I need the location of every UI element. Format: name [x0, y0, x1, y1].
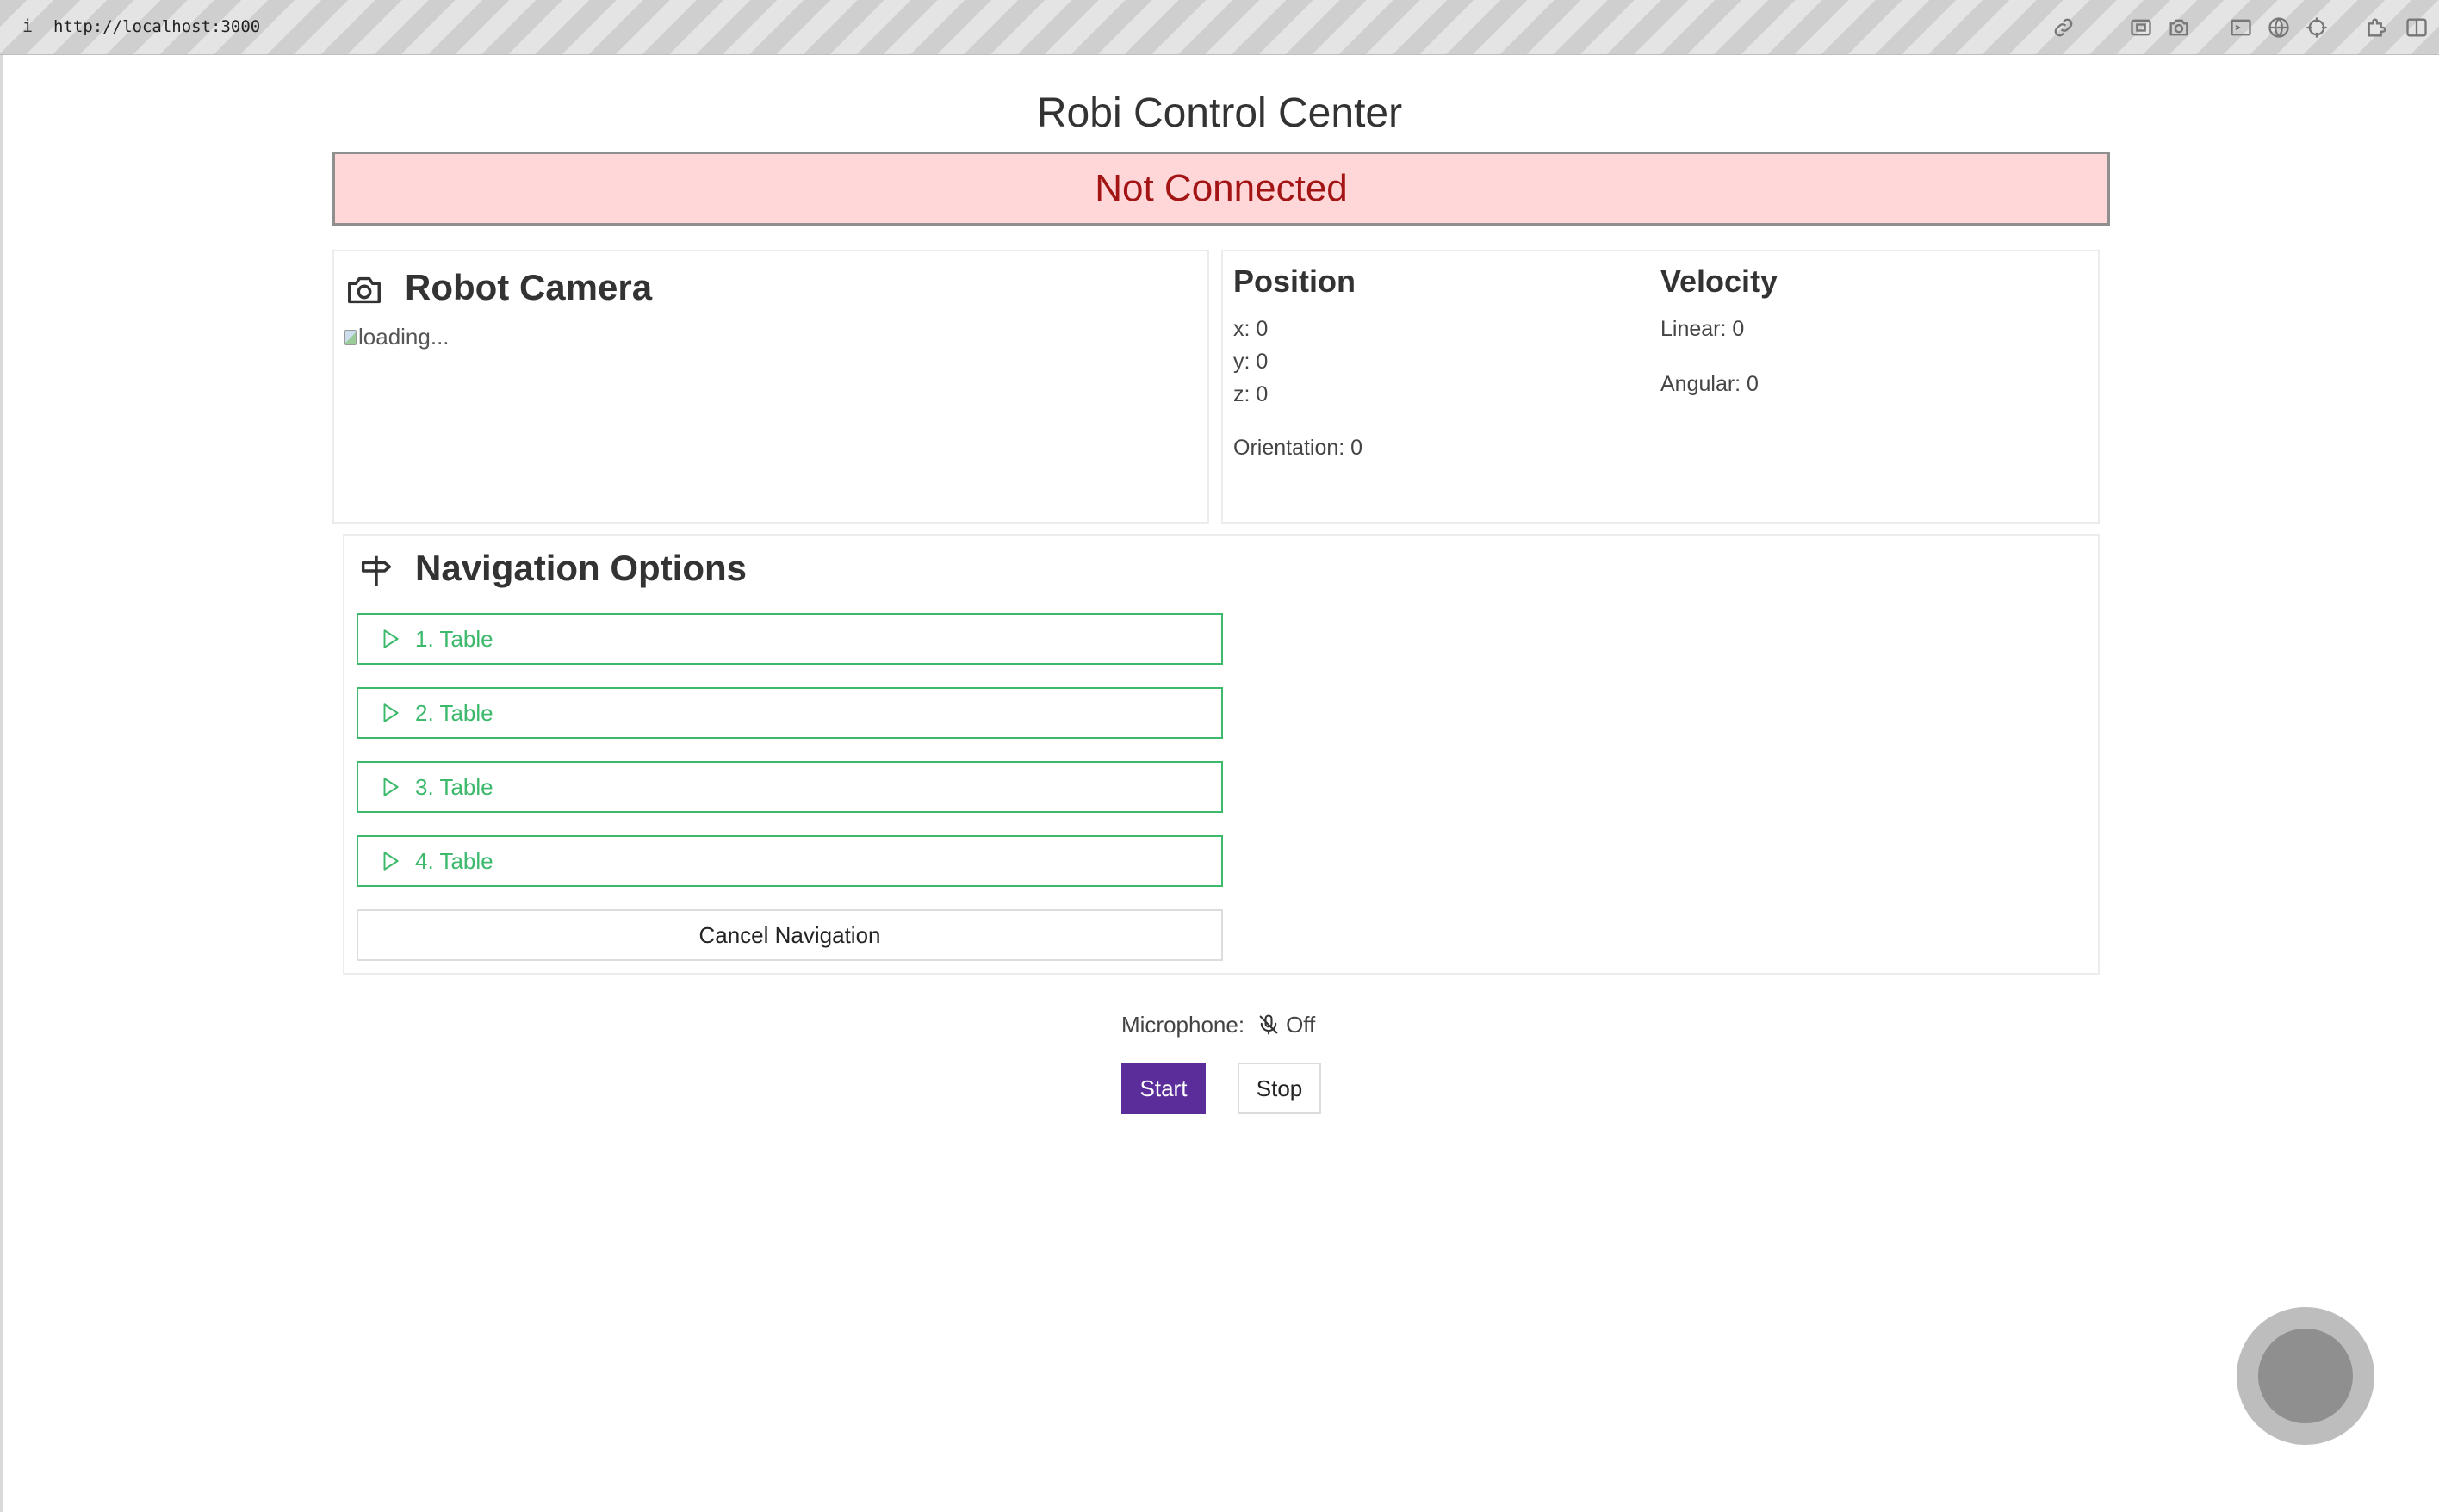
nav-option-label: 2. Table	[415, 699, 493, 726]
position-z: z: 0	[1233, 382, 1269, 406]
orientation-value: Orientation: 0	[1233, 436, 1363, 460]
navigation-card: Navigation Options 1. Table 2. Table 3. …	[343, 534, 2100, 975]
stop-button[interactable]: Stop	[1238, 1063, 1321, 1114]
cancel-navigation-button[interactable]: Cancel Navigation	[357, 909, 1223, 961]
start-button[interactable]: Start	[1121, 1063, 1206, 1114]
mic-off-icon	[1259, 1014, 1278, 1035]
screenshot-icon[interactable]	[2129, 15, 2153, 40]
linear-velocity: Linear: 0	[1660, 317, 1745, 341]
play-icon	[383, 703, 399, 722]
extensions-icon[interactable]	[2365, 15, 2389, 40]
microphone-state: Off	[1286, 1011, 1316, 1038]
camera-feed-image: loading...	[344, 324, 450, 350]
position-x: x: 0	[1233, 317, 1269, 341]
play-icon	[383, 852, 399, 871]
signpost-icon	[357, 551, 396, 591]
camera-icon[interactable]	[2167, 15, 2191, 40]
position-title: Position	[1233, 263, 1356, 299]
nav-option-button[interactable]: 4. Table	[357, 835, 1223, 887]
crosshair-icon[interactable]	[2305, 15, 2329, 40]
floating-assistant-button[interactable]	[2237, 1307, 2374, 1445]
connection-status-banner: Not Connected	[332, 152, 2110, 226]
microphone-status: Microphone: Off	[1121, 1009, 1315, 1040]
telemetry-card: Position x: 0 y: 0 z: 0 Orientation: 0 V…	[1221, 250, 2100, 524]
floating-button-core	[2258, 1329, 2353, 1423]
broken-image-icon	[344, 329, 357, 345]
nav-option-label: 3. Table	[415, 773, 493, 800]
nav-option-label: 1. Table	[415, 625, 493, 652]
microphone-label: Microphone:	[1121, 1011, 1245, 1038]
address-bar-url[interactable]: http://localhost:3000	[53, 17, 260, 36]
sidebar-icon[interactable]	[2405, 15, 2429, 40]
window-edge	[0, 55, 3, 1512]
nav-option-label: 4. Table	[415, 847, 493, 874]
browser-toolbar: i http://localhost:3000	[0, 0, 2439, 55]
camera-title: Robot Camera	[405, 267, 653, 307]
nav-option-button[interactable]: 3. Table	[357, 761, 1223, 813]
angular-velocity: Angular: 0	[1660, 372, 1759, 396]
info-icon[interactable]: i	[22, 15, 33, 36]
link-icon[interactable]	[2051, 15, 2076, 40]
camera-card: Robot Camera loading...	[332, 250, 1209, 524]
velocity-title: Velocity	[1660, 263, 1778, 299]
play-icon	[383, 778, 399, 796]
nav-option-button[interactable]: 1. Table	[357, 613, 1223, 665]
nav-option-button[interactable]: 2. Table	[357, 687, 1223, 739]
position-y: y: 0	[1233, 350, 1269, 374]
page-title: Robi Control Center	[1036, 90, 1403, 136]
globe-icon[interactable]	[2267, 15, 2291, 40]
camera-icon	[344, 270, 384, 310]
terminal-icon[interactable]	[2229, 15, 2253, 40]
play-icon	[383, 629, 399, 648]
navigation-title: Navigation Options	[415, 548, 748, 588]
camera-image-alt: loading...	[358, 324, 450, 350]
